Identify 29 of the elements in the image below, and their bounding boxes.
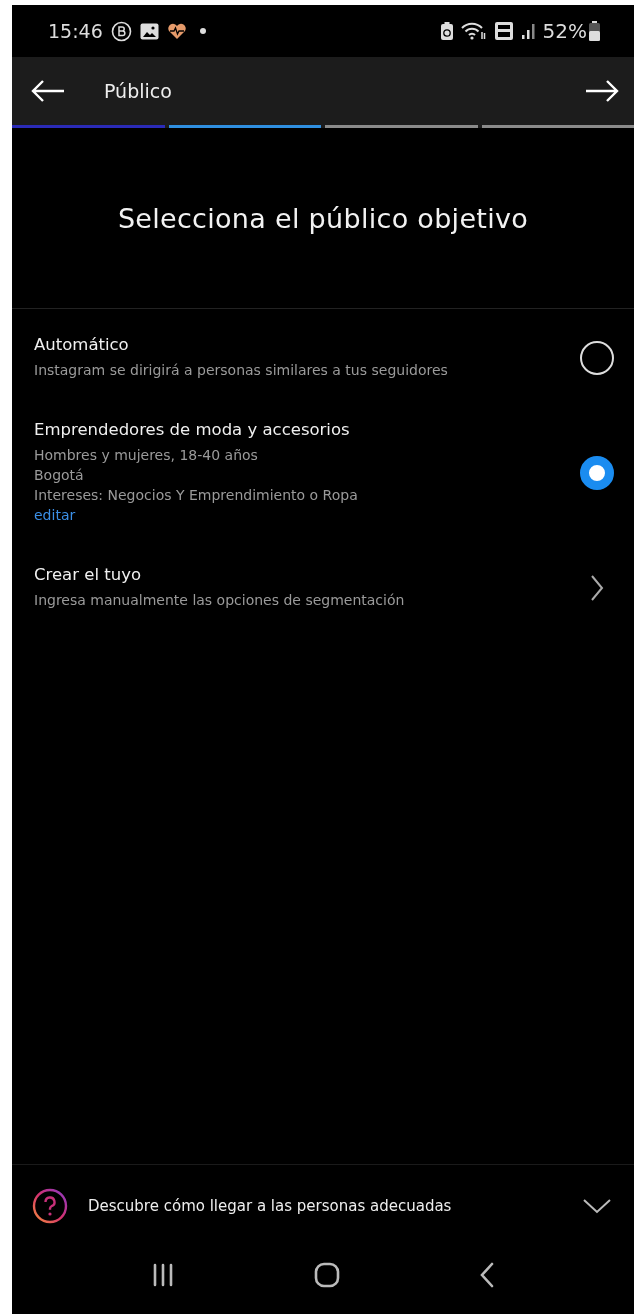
wifi-icon bbox=[460, 22, 487, 40]
edit-link[interactable]: editar bbox=[34, 505, 76, 525]
back-icon[interactable] bbox=[478, 1261, 495, 1288]
battery-percentage: 52% bbox=[542, 19, 587, 43]
status-time: 15:46 bbox=[48, 20, 103, 42]
battery-saver-icon bbox=[440, 22, 453, 40]
question-icon[interactable] bbox=[32, 1188, 68, 1224]
option-title: Automático bbox=[34, 335, 130, 354]
option-description: Hombres y mujeres, 18-40 años bbox=[34, 446, 259, 465]
option-description: Intereses: Negocios Y Emprendimiento o Ropa bbox=[34, 486, 359, 505]
next-arrow-icon[interactable] bbox=[584, 79, 620, 103]
heart-icon bbox=[166, 22, 187, 40]
option-title: Crear el tuyo bbox=[34, 565, 142, 584]
chevron-right-icon[interactable] bbox=[590, 573, 604, 602]
option-description: Instagram se dirigirá a personas similares a tus seguidores bbox=[34, 361, 449, 380]
chevron-down-icon[interactable] bbox=[582, 1197, 612, 1215]
page-heading: Selecciona el público objetivo bbox=[116, 202, 530, 232]
image-icon bbox=[139, 22, 159, 40]
option-description: Bogotá bbox=[34, 466, 85, 485]
help-text[interactable]: Descubre cómo llegar a las personas adecuadas bbox=[88, 1197, 562, 1215]
back-arrow-icon[interactable] bbox=[30, 79, 66, 103]
battery-icon bbox=[589, 21, 600, 41]
home-icon[interactable] bbox=[314, 1261, 340, 1288]
option-title: Emprendedores de moda y accesorios bbox=[34, 420, 351, 439]
b-circle-icon bbox=[110, 20, 132, 42]
signal-icon bbox=[520, 22, 537, 40]
option-description: Ingresa manualmente las opciones de segmentación bbox=[34, 591, 406, 610]
screen-title: Público bbox=[104, 80, 173, 102]
radio-button[interactable] bbox=[580, 455, 614, 490]
